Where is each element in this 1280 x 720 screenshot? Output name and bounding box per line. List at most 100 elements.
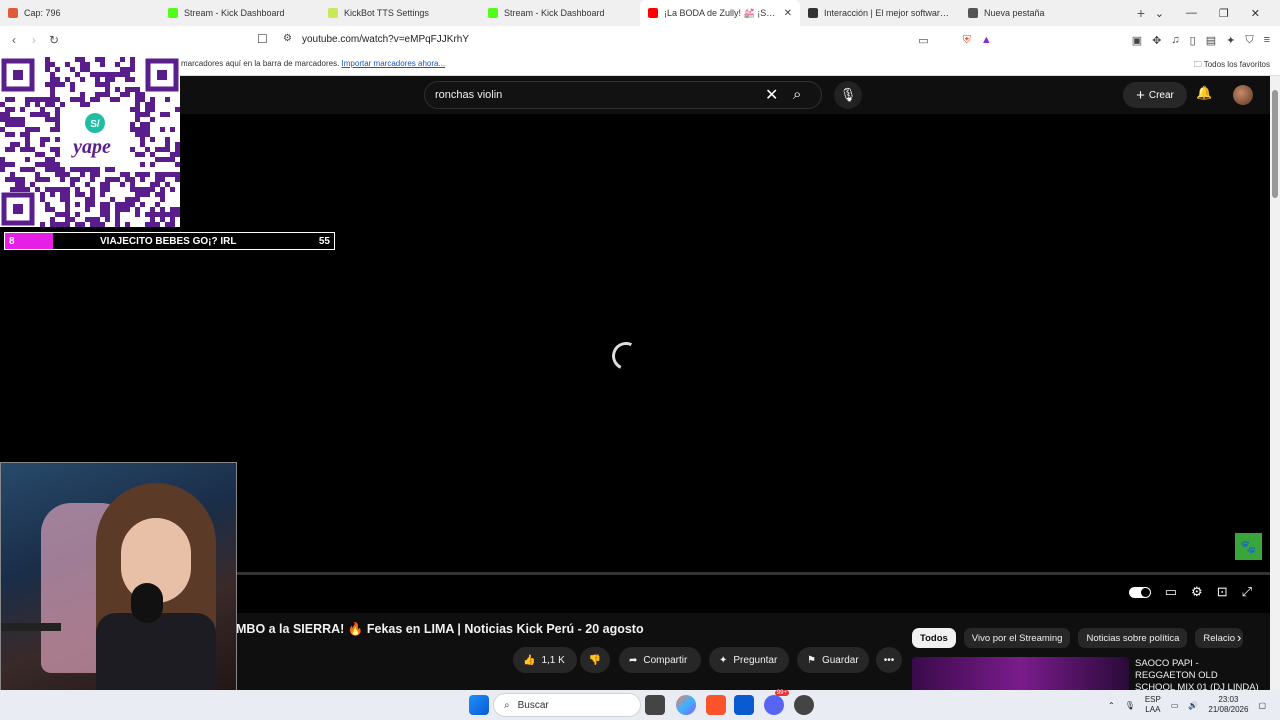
forward-button[interactable]: › (24, 33, 44, 47)
task-view-icon[interactable] (645, 695, 665, 715)
more-actions-button[interactable]: ••• (876, 647, 902, 673)
qr-module (100, 207, 105, 212)
music-icon[interactable]: ♫ (1171, 34, 1179, 46)
discord-icon[interactable]: 99+ (764, 690, 789, 715)
scrollbar-thumb[interactable] (1272, 90, 1278, 198)
microphone-tray-icon[interactable]: 🎙 (1125, 701, 1135, 710)
qr-module (50, 157, 55, 162)
ask-button[interactable]: ✦ Preguntar (709, 647, 789, 673)
browser-tab[interactable]: KickBot TTS Settings (320, 0, 480, 26)
language-indicator[interactable]: ESP LAA (1145, 695, 1161, 715)
qr-module (50, 77, 55, 82)
page-scrollbar[interactable] (1270, 76, 1280, 690)
qr-module (115, 202, 120, 207)
qr-module (95, 217, 100, 222)
brave-shield-icon[interactable]: ⛨ (963, 34, 971, 47)
recommended-thumbnail[interactable] (912, 657, 1129, 690)
browser-tab[interactable]: ¡La BODA de Zully! 💒 ¡Saco ✕ (640, 0, 800, 26)
copilot-icon[interactable] (676, 695, 696, 715)
qr-module (140, 137, 145, 142)
sidebar-icon[interactable]: ▯ (1190, 34, 1196, 47)
network-icon[interactable]: ▭ (1171, 701, 1179, 710)
fullscreen-icon[interactable]: ⤢ (1242, 584, 1252, 600)
qr-module (155, 192, 160, 197)
qr-module (160, 207, 165, 212)
save-button[interactable]: ⚑ Guardar (797, 647, 869, 673)
menu-icon[interactable]: ≡ (1264, 34, 1270, 46)
rewards-icon[interactable]: ▲ (981, 34, 992, 46)
qr-module (25, 187, 30, 192)
qr-module (135, 212, 140, 217)
filter-chip[interactable]: Noticias sobre política (1078, 628, 1188, 648)
qr-module (145, 147, 150, 152)
wallet-icon[interactable]: ▤ (1206, 34, 1216, 47)
store-icon[interactable] (734, 695, 754, 715)
sparkle-icon[interactable]: ✦ (1226, 34, 1235, 47)
puzzle-icon[interactable]: ✥ (1152, 34, 1161, 47)
microphone-icon[interactable]: 🎙 (834, 81, 862, 109)
qr-module (90, 217, 95, 222)
obs-icon[interactable] (794, 695, 814, 715)
avatar[interactable] (1233, 85, 1253, 105)
chevron-right-icon[interactable]: › (1237, 630, 1241, 645)
dislike-button[interactable]: 👎 (580, 647, 610, 673)
chevron-down-icon[interactable]: ⌄ (1155, 7, 1164, 20)
notifications-icon[interactable]: ▢ (1258, 701, 1266, 710)
qr-module (155, 222, 160, 227)
qr-module (80, 67, 85, 72)
share-button[interactable]: ➦ Compartir (619, 647, 701, 673)
maximize-button[interactable]: ❐ (1219, 7, 1229, 20)
extension-icon[interactable]: ▣ (1132, 34, 1142, 47)
start-button[interactable] (469, 695, 489, 715)
taskbar-search[interactable]: ⌕ Buscar (493, 693, 641, 717)
qr-module (60, 102, 65, 107)
browser-tab[interactable]: Interacción | El mejor software para (800, 0, 960, 26)
create-button[interactable]: + Crear (1123, 82, 1187, 108)
new-tab-button[interactable]: + (1128, 5, 1154, 21)
thumbs-up-icon: 👍 (523, 654, 536, 666)
qr-module (15, 117, 20, 122)
subtitles-icon[interactable]: ▭ (1165, 584, 1177, 600)
search-icon[interactable]: ⌕ (793, 86, 801, 103)
filter-chip[interactable]: Vivo por el Streaming (963, 628, 1071, 648)
site-info-icon[interactable]: ⚙ (283, 33, 292, 44)
brave-browser-icon[interactable] (706, 695, 726, 715)
search-input[interactable]: ronchas violin (435, 89, 502, 101)
url-field[interactable]: youtube.com/watch?v=eMPqFJJKrhY (302, 34, 469, 45)
clear-search-icon[interactable]: ✕ (765, 85, 778, 105)
tab-title: Nueva pestaña (984, 8, 1045, 18)
chevron-up-icon[interactable]: ⌃ (1108, 701, 1115, 710)
like-button[interactable]: 👍 1,1 K (513, 647, 577, 673)
vpn-icon[interactable]: ⛉ (1245, 34, 1253, 47)
bell-icon[interactable]: 🔔 (1196, 85, 1212, 101)
browser-tab[interactable]: Cap: 796 (0, 0, 160, 26)
recommended-title[interactable]: SAOCO PAPI - REGGAETON OLD SCHOOL MIX 01… (1135, 658, 1260, 694)
qr-module (55, 152, 60, 157)
qr-module (65, 197, 70, 202)
qr-module (20, 117, 25, 122)
theater-mode-icon[interactable]: ⊡ (1217, 584, 1228, 600)
filter-chip[interactable]: Todos (912, 628, 956, 648)
filter-chip[interactable]: Relacio (1195, 628, 1244, 648)
import-bookmarks-link[interactable]: Importar marcadores ahora... (342, 59, 446, 68)
qr-module (100, 202, 105, 207)
qr-module (175, 177, 180, 182)
browser-tab[interactable]: Stream - Kick Dashboard (160, 0, 320, 26)
settings-gear-icon[interactable]: ⚙ (1191, 584, 1203, 600)
browser-tab[interactable]: Stream - Kick Dashboard (480, 0, 640, 26)
reload-button[interactable]: ↻ (44, 33, 64, 47)
close-window-button[interactable]: ✕ (1251, 7, 1260, 20)
volume-icon[interactable]: 🔊 (1188, 701, 1198, 710)
search-box[interactable]: ronchas violin ✕ ⌕ (424, 81, 822, 109)
clock[interactable]: 23:03 21/08/2026 (1208, 695, 1248, 715)
qr-module (160, 192, 165, 197)
autoplay-toggle[interactable] (1128, 586, 1151, 598)
minimize-button[interactable]: — (1186, 7, 1197, 19)
cast-icon[interactable]: ▭ (918, 34, 928, 47)
close-tab-icon[interactable]: ✕ (784, 8, 792, 19)
back-button[interactable]: ‹ (4, 33, 24, 47)
all-favorites[interactable]: 🗀 Todos los favoritos (1194, 59, 1270, 73)
qr-module (140, 172, 145, 177)
browser-tab[interactable]: Nueva pestaña (960, 0, 1120, 26)
bookmark-icon[interactable]: ☐ (257, 32, 268, 46)
